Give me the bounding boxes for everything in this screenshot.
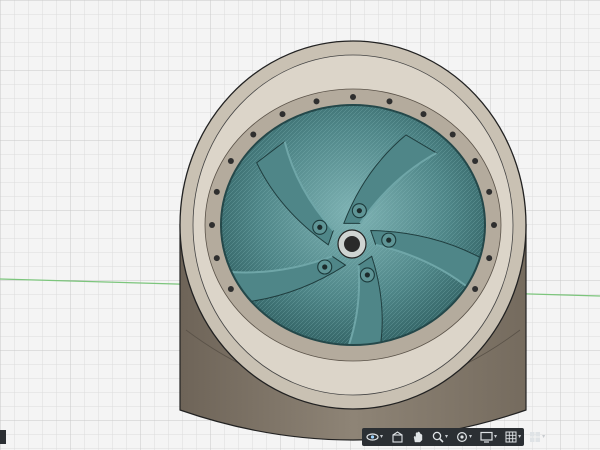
rim-rivet [491, 222, 497, 228]
viewports-tool[interactable]: ▾ [528, 429, 546, 445]
rim-rivet [350, 94, 356, 100]
rim-rivet [313, 98, 320, 105]
rim-rivet [227, 158, 234, 164]
lug-nut-hole [322, 264, 328, 270]
rim-rivet [250, 131, 257, 138]
orbit-menu-caret[interactable]: ▾ [380, 429, 383, 445]
browser-panel-toggle[interactable] [0, 430, 6, 444]
rim-rivet [486, 255, 493, 262]
navigation-bar: ▾ ▾ ▾ ▾ ▾ ▾ [362, 428, 545, 446]
lug-nut-hole [317, 224, 323, 230]
pan-tool[interactable] [411, 429, 425, 445]
rim-rivet [472, 286, 479, 292]
lug-nut-hole [386, 237, 392, 243]
zoom-icon [432, 431, 444, 443]
viewports-icon [530, 432, 541, 442]
canvas-svg[interactable] [0, 0, 600, 450]
rim-rivet [486, 188, 493, 195]
lug-nut-hole [356, 208, 362, 214]
rim-rivet [213, 255, 220, 262]
zoom-tool[interactable]: ▾ [431, 429, 449, 445]
pan-hand-icon [413, 431, 423, 443]
3d-viewport[interactable] [0, 0, 600, 450]
rim-rivet [449, 131, 456, 138]
grid-menu-caret[interactable]: ▾ [518, 429, 521, 445]
rim-rivet [279, 111, 286, 118]
hub-bore [344, 236, 360, 252]
zoom-menu-caret[interactable]: ▾ [445, 429, 448, 445]
rim-rivet [213, 188, 220, 195]
fit-menu-caret[interactable]: ▾ [469, 429, 472, 445]
look-at-tool[interactable] [390, 429, 405, 445]
orbit-tool[interactable]: ▾ [365, 429, 384, 445]
fit-tool[interactable]: ▾ [455, 429, 473, 445]
look-at-icon [392, 431, 403, 443]
grid-icon [505, 431, 517, 443]
lug-nut-hole [364, 272, 370, 278]
rim-rivet [386, 98, 393, 105]
display-menu-caret[interactable]: ▾ [494, 429, 497, 445]
viewports-menu-caret[interactable]: ▾ [542, 429, 545, 445]
display-settings-icon [480, 431, 493, 443]
rim-rivet [472, 158, 479, 164]
wheel-rim-model[interactable] [179, 40, 527, 441]
orbit-icon [366, 433, 379, 441]
fit-icon [457, 431, 468, 443]
rim-rivet [420, 111, 427, 118]
display-settings-tool[interactable]: ▾ [479, 429, 498, 445]
grid-settings-tool[interactable]: ▾ [504, 429, 522, 445]
rim-rivet [227, 286, 234, 292]
rim-rivet [209, 222, 215, 228]
